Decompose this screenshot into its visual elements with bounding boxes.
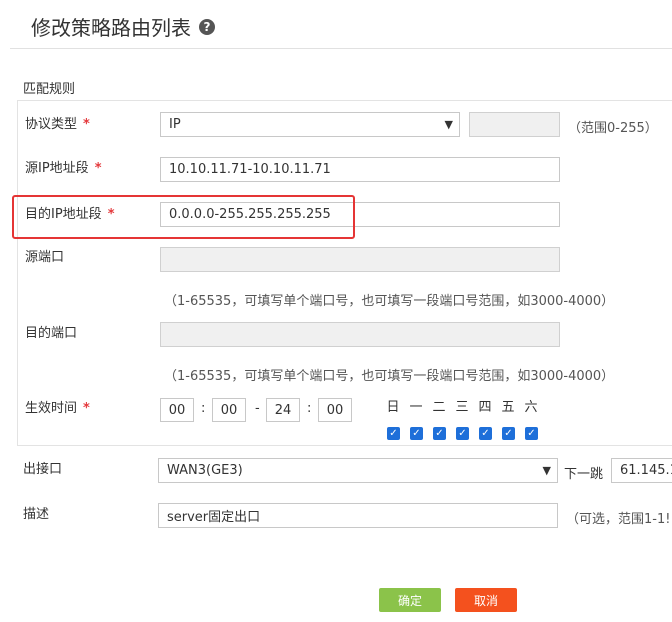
protocol-range-hint: （范围0-255） bbox=[568, 121, 658, 136]
protocol-number-input[interactable] bbox=[469, 112, 560, 137]
description-hint: （可选，范围1-1! bbox=[566, 512, 671, 527]
next-hop-input[interactable]: 61.145.1 bbox=[611, 458, 672, 483]
required-mark: * bbox=[83, 401, 90, 416]
chevron-down-icon: ▼ bbox=[444, 118, 453, 131]
weekday-label-mon: 一 bbox=[409, 400, 423, 415]
title-divider bbox=[10, 48, 672, 49]
weekday-checkbox-thu[interactable]: ✓ bbox=[479, 427, 492, 440]
protocol-select-value: IP bbox=[169, 117, 181, 132]
source-ip-input[interactable]: 10.10.11.71-10.10.11.71 bbox=[160, 157, 560, 182]
weekday-label-fri: 五 bbox=[501, 400, 515, 415]
interface-select-value: WAN3(GE3) bbox=[167, 463, 243, 478]
weekday-checkbox-wed[interactable]: ✓ bbox=[456, 427, 469, 440]
protocol-label: 协议类型 * bbox=[25, 117, 90, 132]
time-colon: : bbox=[201, 401, 206, 416]
description-input[interactable]: server固定出口 bbox=[158, 503, 558, 528]
interface-select[interactable]: WAN3(GE3) ▼ bbox=[158, 458, 558, 483]
help-icon[interactable]: ? bbox=[199, 18, 215, 35]
weekday-label-tue: 二 bbox=[432, 400, 446, 415]
match-rules-panel bbox=[17, 100, 672, 446]
source-port-hint: （1-65535，可填写单个端口号，也可填写一段端口号范围，如3000-4000… bbox=[164, 294, 615, 309]
weekday-checkbox-tue[interactable]: ✓ bbox=[433, 427, 446, 440]
required-mark: * bbox=[83, 117, 90, 132]
section-label-match-rules: 匹配规则 bbox=[23, 82, 76, 97]
source-port-label: 源端口 bbox=[25, 250, 65, 265]
destination-port-label: 目的端口 bbox=[25, 326, 78, 341]
cancel-button[interactable]: 取消 bbox=[455, 588, 517, 612]
end-hour-input[interactable]: 24 bbox=[266, 398, 300, 422]
weekday-label-sun: 日 bbox=[386, 400, 400, 415]
confirm-button[interactable]: 确定 bbox=[379, 588, 441, 612]
start-minute-input[interactable]: 00 bbox=[212, 398, 246, 422]
weekday-label-sat: 六 bbox=[524, 400, 538, 415]
weekday-checkbox-mon[interactable]: ✓ bbox=[410, 427, 423, 440]
source-ip-label: 源IP地址段 * bbox=[25, 161, 102, 176]
page-title: 修改策略路由列表 ? bbox=[31, 12, 215, 41]
destination-port-input[interactable] bbox=[160, 322, 560, 347]
weekday-checkbox-sun[interactable]: ✓ bbox=[387, 427, 400, 440]
weekday-checkbox-fri[interactable]: ✓ bbox=[502, 427, 515, 440]
chevron-down-icon: ▼ bbox=[542, 464, 551, 477]
time-colon: : bbox=[307, 401, 312, 416]
required-mark: * bbox=[94, 161, 102, 176]
time-dash: - bbox=[255, 401, 260, 416]
effective-time-label: 生效时间 * bbox=[25, 401, 90, 416]
destination-port-hint: （1-65535，可填写单个端口号，也可填写一段端口号范围，如3000-4000… bbox=[164, 369, 615, 384]
description-label: 描述 bbox=[23, 507, 50, 522]
weekday-checkbox-sat[interactable]: ✓ bbox=[525, 427, 538, 440]
interface-label: 出接口 bbox=[23, 462, 63, 477]
protocol-select[interactable]: IP ▼ bbox=[160, 112, 460, 137]
start-hour-input[interactable]: 00 bbox=[160, 398, 194, 422]
source-port-input[interactable] bbox=[160, 247, 560, 272]
next-hop-label: 下一跳 bbox=[564, 467, 604, 482]
page-title-text: 修改策略路由列表 bbox=[31, 16, 191, 40]
weekday-label-wed: 三 bbox=[455, 400, 469, 415]
end-minute-input[interactable]: 00 bbox=[318, 398, 352, 422]
highlight-box bbox=[12, 195, 355, 239]
weekday-label-thu: 四 bbox=[478, 400, 492, 415]
